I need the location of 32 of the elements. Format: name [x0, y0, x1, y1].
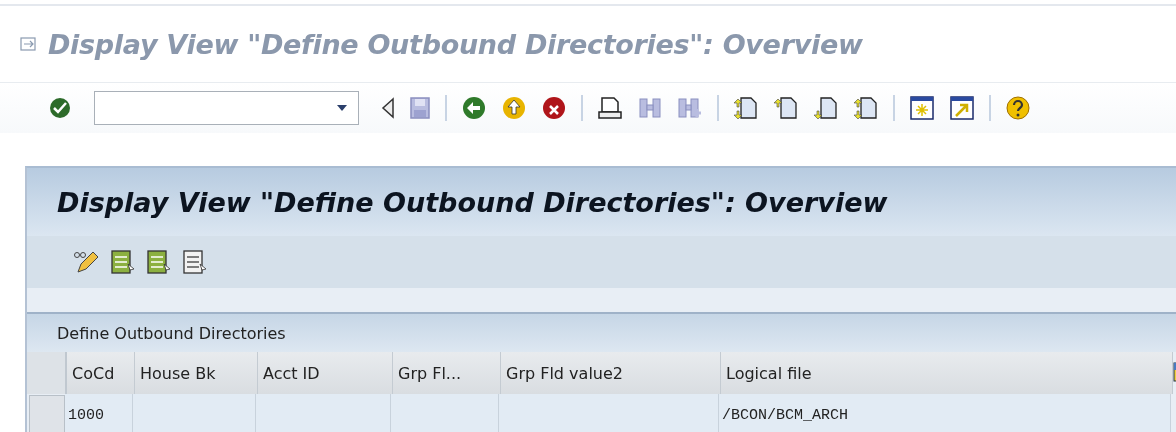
- column-header[interactable]: CoCd: [67, 352, 135, 394]
- exit-icon[interactable]: [501, 95, 527, 121]
- save-icon[interactable]: [409, 96, 431, 120]
- new-window-icon[interactable]: [909, 95, 935, 121]
- column-header[interactable]: House Bk: [135, 352, 258, 394]
- table-cell: /BCON/BCM_ARCH: [719, 394, 1171, 432]
- list-icon[interactable]: [182, 248, 208, 276]
- window-title: Display View "Define Outbound Directories": Overview: [48, 28, 863, 60]
- list-icon[interactable]: [110, 248, 136, 276]
- page-icon[interactable]: [733, 95, 759, 121]
- command-field[interactable]: [94, 91, 359, 125]
- table-title: Define Outbound Directories: [57, 323, 286, 343]
- page-icon[interactable]: [773, 95, 799, 121]
- screen-title: Display View "Define Outbound Directories": Overview: [57, 186, 888, 218]
- find-next-icon[interactable]: [677, 95, 703, 121]
- shortcut-icon[interactable]: [949, 95, 975, 121]
- page-icon[interactable]: [853, 95, 879, 121]
- column-header[interactable]: Acct ID: [258, 352, 393, 394]
- dropdown-icon[interactable]: [336, 104, 348, 112]
- column-header[interactable]: Logical file: [721, 352, 1173, 394]
- table-cell: 1000: [65, 394, 133, 432]
- back-icon[interactable]: [461, 95, 487, 121]
- page-icon[interactable]: [813, 95, 839, 121]
- column-header[interactable]: Grp Fld value2: [501, 352, 721, 394]
- help-icon[interactable]: [1005, 95, 1031, 121]
- column-header[interactable]: Grp Fl...: [393, 352, 501, 394]
- find-icon[interactable]: [637, 95, 663, 121]
- cancel-icon[interactable]: [541, 95, 567, 121]
- list-icon[interactable]: [146, 248, 172, 276]
- enter-icon[interactable]: [48, 96, 72, 120]
- back-triangle-icon[interactable]: [381, 97, 395, 119]
- print-icon[interactable]: [597, 95, 623, 121]
